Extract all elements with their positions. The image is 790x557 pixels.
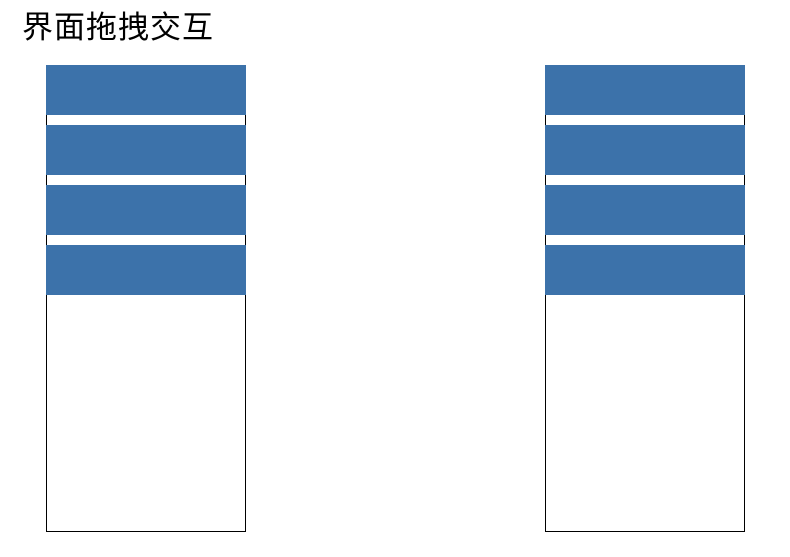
left-drop-column[interactable] (46, 65, 246, 532)
page-title: 界面拖拽交互 (22, 10, 214, 46)
left-draggable-item[interactable] (46, 245, 246, 295)
left-draggable-item[interactable] (46, 65, 246, 115)
right-draggable-item[interactable] (545, 245, 745, 295)
right-draggable-item[interactable] (545, 185, 745, 235)
right-draggable-item[interactable] (545, 65, 745, 115)
left-draggable-item[interactable] (46, 185, 246, 235)
right-draggable-item[interactable] (545, 125, 745, 175)
right-drop-column[interactable] (545, 65, 745, 532)
left-draggable-item[interactable] (46, 125, 246, 175)
